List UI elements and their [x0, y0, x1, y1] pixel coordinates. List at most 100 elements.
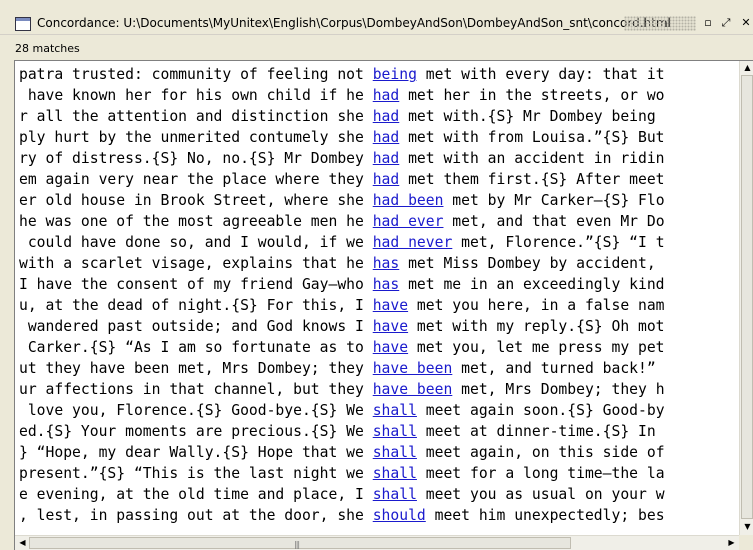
- match-link[interactable]: shall: [373, 486, 417, 503]
- match-link[interactable]: had: [373, 108, 400, 125]
- concordance-line: r all the attention and distinction she …: [19, 106, 739, 127]
- match-link[interactable]: shall: [373, 402, 417, 419]
- left-context: he was one of the most agreeable men he: [19, 213, 373, 230]
- concordance-line: u, at the dead of night.{S} For this, I …: [19, 295, 739, 316]
- right-context: met with an accident in ridin: [399, 150, 665, 167]
- left-context: have known her for his own child if he: [19, 87, 373, 104]
- scroll-right-icon[interactable]: ▶: [724, 537, 739, 549]
- concordance-line: ut they have been met, Mrs Dombey; they …: [19, 358, 739, 379]
- left-context: er old house in Brook Street, where she: [19, 192, 373, 209]
- concordance-line: I have the consent of my friend Gay—who …: [19, 274, 739, 295]
- left-context: } “Hope, my dear Wally.{S} Hope that we: [19, 444, 373, 461]
- right-context: met her in the streets, or wo: [399, 87, 665, 104]
- concordance-line: present.”{S} “This is the last night we …: [19, 463, 739, 484]
- left-context: ply hurt by the unmerited contumely she: [19, 129, 373, 146]
- concordance-line: ur affections in that channel, but they …: [19, 379, 739, 400]
- minimize-icon[interactable]: ▫: [701, 16, 715, 30]
- horizontal-scrollbar[interactable]: ◀ ||| ▶: [15, 535, 739, 550]
- concordance-line: could have done so, and I would, if we h…: [19, 232, 739, 253]
- title-grip: [624, 16, 696, 31]
- left-context: em again very near the place where they: [19, 171, 373, 188]
- right-context: met me in an exceedingly kind: [399, 276, 665, 293]
- right-context: met with every day: that it: [416, 66, 665, 83]
- match-link[interactable]: shall: [373, 465, 417, 482]
- scroll-down-icon[interactable]: ▼: [740, 521, 753, 533]
- concordance-panel: patra trusted: community of feeling not …: [14, 60, 753, 550]
- right-context: meet for a long time—the la: [416, 465, 665, 482]
- match-link[interactable]: should: [373, 507, 426, 524]
- match-link[interactable]: has: [373, 255, 400, 272]
- title-bar: Concordance: U:\Documents\MyUnitex\Engli…: [0, 0, 753, 35]
- concordance-line: wandered past outside; and God knows I h…: [19, 316, 739, 337]
- right-context: met them first.{S} After meet: [399, 171, 665, 188]
- match-link[interactable]: had: [373, 171, 400, 188]
- concordance-line: with a scarlet visage, explains that he …: [19, 253, 739, 274]
- match-link[interactable]: has: [373, 276, 400, 293]
- left-context: patra trusted: community of feeling not: [19, 66, 373, 83]
- concordance-line: he was one of the most agreeable men he …: [19, 211, 739, 232]
- match-link[interactable]: had: [373, 87, 400, 104]
- right-context: met Miss Dombey by accident,: [399, 255, 656, 272]
- right-context: met you, let me press my pet: [408, 339, 665, 356]
- concordance-line: em again very near the place where they …: [19, 169, 739, 190]
- concordance-line: , lest, in passing out at the door, she …: [19, 505, 739, 526]
- match-link[interactable]: have been: [373, 381, 453, 398]
- match-link[interactable]: shall: [373, 444, 417, 461]
- left-context: wandered past outside; and God knows I: [19, 318, 373, 335]
- concordance-line: ed.{S} Your moments are precious.{S} We …: [19, 421, 739, 442]
- match-link[interactable]: had: [373, 129, 400, 146]
- match-link[interactable]: have been: [373, 360, 453, 377]
- match-link[interactable]: had: [373, 150, 400, 167]
- right-context: met, Mrs Dombey; they h: [452, 381, 665, 398]
- restore-icon[interactable]: ⤢: [719, 16, 733, 30]
- left-context: with a scarlet visage, explains that he: [19, 255, 373, 272]
- right-context: meet you as usual on your w: [416, 486, 665, 503]
- vertical-scrollbar[interactable]: ▲ ▼: [739, 61, 753, 535]
- right-context: met, and that even Mr Do: [443, 213, 665, 230]
- left-context: Carker.{S} “As I am so fortunate as to: [19, 339, 373, 356]
- match-link[interactable]: being: [373, 66, 417, 83]
- match-link[interactable]: had ever: [373, 213, 444, 230]
- right-context: meet again, on this side of: [416, 444, 665, 461]
- scroll-left-icon[interactable]: ◀: [15, 537, 30, 549]
- window-icon: [15, 17, 31, 31]
- window-title: Concordance: U:\Documents\MyUnitex\Engli…: [37, 16, 671, 30]
- right-context: met, Florence.”{S} “I t: [452, 234, 665, 251]
- match-link[interactable]: have: [373, 318, 408, 335]
- left-context: present.”{S} “This is the last night we: [19, 465, 373, 482]
- concordance-list: patra trusted: community of feeling not …: [19, 64, 739, 526]
- close-icon[interactable]: ✕: [739, 16, 753, 30]
- match-link[interactable]: had never: [373, 234, 453, 251]
- concordance-line: patra trusted: community of feeling not …: [19, 64, 739, 85]
- thumb-grip-icon: |||: [294, 540, 300, 549]
- right-context: met by Mr Carker—{S} Flo: [443, 192, 665, 209]
- right-context: meet him unexpectedly; bes: [425, 507, 665, 524]
- left-context: ur affections in that channel, but they: [19, 381, 373, 398]
- match-link[interactable]: have: [373, 297, 408, 314]
- match-link[interactable]: have: [373, 339, 408, 356]
- vertical-scroll-thumb[interactable]: [741, 75, 753, 519]
- right-context: meet at dinner-time.{S} In: [416, 423, 656, 440]
- left-context: u, at the dead of night.{S} For this, I: [19, 297, 373, 314]
- match-link[interactable]: shall: [373, 423, 417, 440]
- concordance-line: ply hurt by the unmerited contumely she …: [19, 127, 739, 148]
- left-context: e evening, at the old time and place, I: [19, 486, 373, 503]
- left-context: ed.{S} Your moments are precious.{S} We: [19, 423, 373, 440]
- concordance-line: er old house in Brook Street, where she …: [19, 190, 739, 211]
- concordance-line: have known her for his own child if he h…: [19, 85, 739, 106]
- match-link[interactable]: had been: [373, 192, 444, 209]
- right-context: met you here, in a false nam: [408, 297, 665, 314]
- concordance-line: } “Hope, my dear Wally.{S} Hope that we …: [19, 442, 739, 463]
- right-context: met with from Louisa.”{S} But: [399, 129, 665, 146]
- left-context: ry of distress.{S} No, no.{S} Mr Dombey: [19, 150, 373, 167]
- right-context: met with my reply.{S} Oh mot: [408, 318, 665, 335]
- left-context: , lest, in passing out at the door, she: [19, 507, 373, 524]
- left-context: I have the consent of my friend Gay—who: [19, 276, 373, 293]
- concordance-line: e evening, at the old time and place, I …: [19, 484, 739, 505]
- match-count: 28 matches: [15, 42, 80, 55]
- scroll-up-icon[interactable]: ▲: [740, 62, 753, 74]
- horizontal-scroll-thumb[interactable]: |||: [29, 537, 571, 549]
- right-context: met with.{S} Mr Dombey being: [399, 108, 656, 125]
- left-context: ut they have been met, Mrs Dombey; they: [19, 360, 373, 377]
- left-context: love you, Florence.{S} Good-bye.{S} We: [19, 402, 373, 419]
